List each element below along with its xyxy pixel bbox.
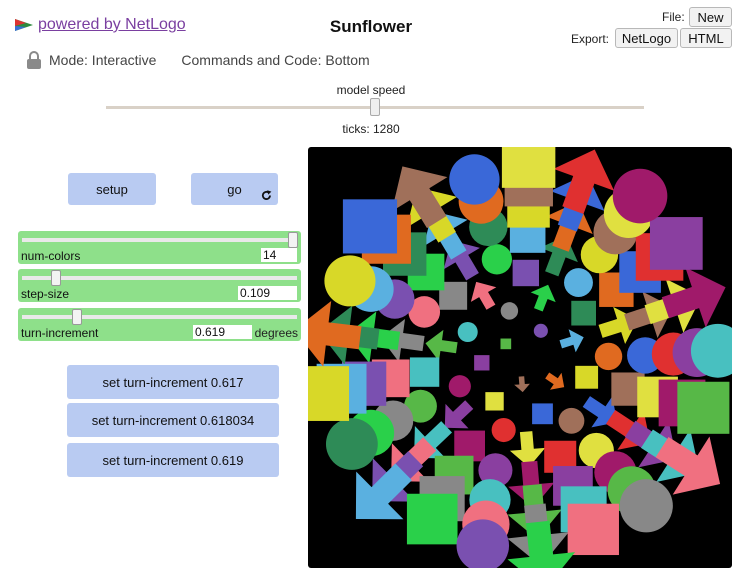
model-speed-label: model speed bbox=[336, 83, 406, 97]
slider-thumb[interactable] bbox=[288, 232, 298, 248]
go-button[interactable]: go bbox=[191, 173, 278, 205]
turtle-circle bbox=[558, 407, 585, 434]
turtle-circle bbox=[594, 342, 623, 371]
turtle-circle bbox=[481, 244, 513, 275]
turtle-square bbox=[532, 403, 553, 425]
turtle-square bbox=[342, 199, 398, 254]
turtle-arrow bbox=[553, 149, 615, 214]
turtle-arrow bbox=[509, 431, 546, 468]
set-turn-increment-0617-button[interactable]: set turn-increment 0.617 bbox=[67, 365, 279, 399]
turtle-square bbox=[567, 503, 619, 556]
turtle-circle bbox=[324, 255, 376, 307]
slider-thumb[interactable] bbox=[51, 270, 61, 286]
turtle-arrow bbox=[444, 400, 474, 429]
turtle-square bbox=[294, 366, 350, 421]
world-canvas bbox=[294, 134, 742, 577]
turtle-square bbox=[409, 357, 440, 387]
turtle-arrow bbox=[514, 376, 530, 393]
world-view[interactable] bbox=[294, 134, 742, 577]
export-netlogo-button[interactable]: NetLogo bbox=[615, 28, 678, 48]
turtle-square bbox=[500, 338, 512, 350]
slider-label: step-size bbox=[21, 287, 70, 301]
new-button[interactable]: New bbox=[689, 7, 732, 27]
turtle-circle bbox=[500, 302, 519, 320]
slider-track[interactable] bbox=[22, 315, 297, 319]
slider-value[interactable]: 0.619 bbox=[193, 325, 252, 339]
file-label: File: bbox=[662, 10, 685, 24]
forever-loop-icon bbox=[261, 190, 272, 200]
lock-icon[interactable] bbox=[26, 50, 42, 70]
model-speed-thumb[interactable] bbox=[370, 98, 380, 116]
set-turn-increment-0618034-button[interactable]: set turn-increment 0.618034 bbox=[67, 403, 279, 437]
setup-button[interactable]: setup bbox=[68, 173, 156, 205]
slider-label: turn-increment bbox=[21, 326, 99, 340]
slider-turn-increment[interactable]: turn-increment 0.619 degrees bbox=[18, 308, 301, 341]
turtle-circle bbox=[448, 375, 471, 398]
turtle-arrow bbox=[530, 284, 556, 312]
turtle-circle bbox=[533, 323, 548, 338]
mode-bar: Mode: Interactive Commands and Code: Bot… bbox=[26, 50, 370, 70]
turtle-square bbox=[649, 217, 703, 270]
turtle-circle bbox=[564, 268, 593, 298]
turtle-circle bbox=[612, 168, 668, 224]
turtle-square bbox=[575, 365, 599, 389]
turtle-circle bbox=[619, 479, 673, 533]
turtle-arrow bbox=[425, 329, 458, 362]
commands-code-label[interactable]: Commands and Code: Bottom bbox=[181, 52, 369, 68]
slider-label: num-colors bbox=[21, 249, 81, 263]
turtle-arrow bbox=[294, 301, 362, 367]
turtle-square bbox=[501, 134, 556, 188]
turtle-circle bbox=[449, 154, 500, 205]
go-button-label: go bbox=[227, 181, 242, 197]
slider-value[interactable]: 0.109 bbox=[238, 286, 297, 300]
turtle-arrow bbox=[559, 329, 584, 353]
turtle-arrow bbox=[545, 372, 565, 390]
turtle-arrow bbox=[470, 281, 497, 310]
export-label: Export: bbox=[571, 32, 610, 46]
turtle-square bbox=[474, 355, 490, 371]
slider-track[interactable] bbox=[22, 238, 297, 242]
turtle-circle bbox=[491, 417, 516, 443]
export-html-button[interactable]: HTML bbox=[680, 28, 732, 48]
turtle-circle bbox=[457, 321, 478, 343]
slider-value[interactable]: 14 bbox=[261, 248, 297, 262]
ticks-counter: ticks: 1280 bbox=[342, 122, 400, 136]
slider-track[interactable] bbox=[22, 276, 297, 280]
slider-step-size[interactable]: step-size 0.109 bbox=[18, 269, 301, 302]
turtle-square bbox=[512, 259, 540, 287]
turtle-square bbox=[571, 300, 596, 326]
slider-num-colors[interactable]: num-colors 14 bbox=[18, 231, 301, 264]
set-turn-increment-0619-button[interactable]: set turn-increment 0.619 bbox=[67, 443, 279, 477]
turtle-square bbox=[406, 493, 458, 545]
mode-label: Mode: Interactive bbox=[49, 52, 157, 68]
turtle-circle bbox=[325, 418, 378, 470]
slider-units: degrees bbox=[254, 326, 298, 340]
turtle-square bbox=[677, 381, 730, 434]
turtle-square bbox=[485, 392, 504, 411]
slider-thumb[interactable] bbox=[72, 309, 82, 325]
